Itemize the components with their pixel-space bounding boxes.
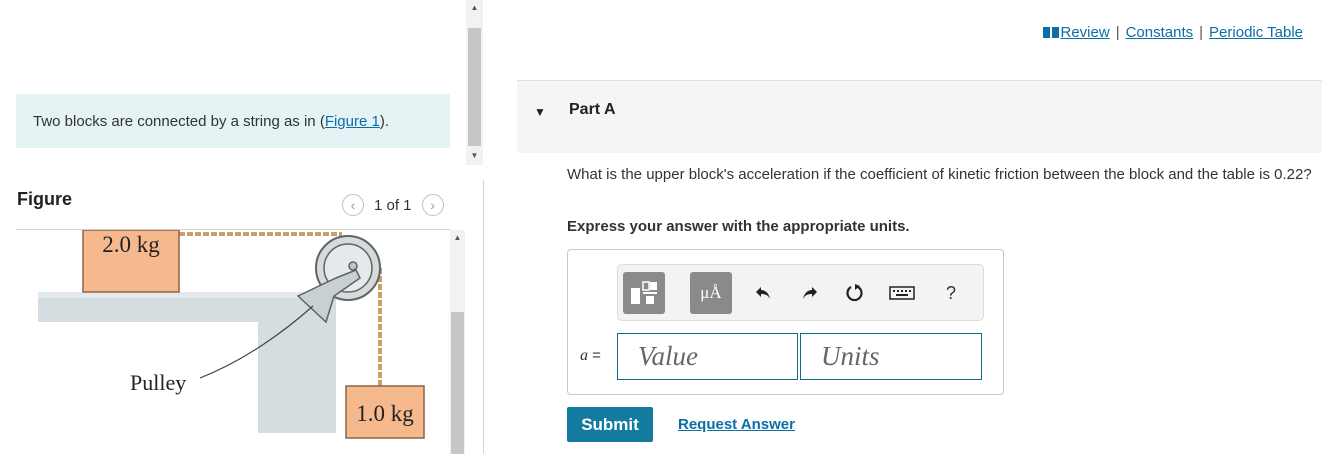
undo-button[interactable] (752, 282, 774, 304)
scrollbar-thumb[interactable] (468, 28, 481, 146)
page-indicator: 1 of 1 (374, 196, 412, 214)
reset-button[interactable] (844, 282, 866, 304)
figure-pager: ‹ 1 of 1 › (342, 192, 444, 218)
upper-block-label: 2.0 kg (102, 232, 160, 257)
pulley-axle (348, 261, 358, 271)
answer-variable-label: a = (580, 347, 601, 365)
units-button[interactable]: μÅ (690, 272, 732, 314)
left-panel: Two blocks are connected by a string as … (0, 0, 465, 454)
book-icon (1042, 27, 1059, 38)
scroll-down-icon[interactable]: ▼ (466, 151, 483, 160)
intro-box: Two blocks are connected by a string as … (16, 94, 450, 148)
link-separator: | (1199, 24, 1204, 41)
figure-heading: Figure (17, 189, 73, 209)
request-answer-link[interactable]: Request Answer (678, 416, 795, 433)
part-a-header[interactable]: ▼ Part A (517, 80, 1322, 153)
periodic-table-link[interactable]: Periodic Table (1209, 24, 1303, 41)
undo-icon (756, 287, 770, 299)
templates-button[interactable] (623, 272, 665, 314)
review-link[interactable]: Review (1061, 24, 1110, 41)
value-input[interactable]: Value (617, 333, 798, 380)
lower-block-label: 1.0 kg (356, 401, 414, 426)
chevron-left-icon: ‹ (350, 197, 356, 213)
constants-link[interactable]: Constants (1126, 24, 1194, 41)
units-input[interactable]: Units (800, 333, 982, 380)
scroll-up-icon[interactable]: ▲ (466, 3, 483, 12)
question-text: What is the upper block's acceleration i… (567, 166, 1312, 183)
redo-button[interactable] (799, 282, 821, 304)
prev-figure-button[interactable]: ‹ (342, 194, 364, 216)
blocks-pulley-diagram: 2.0 kg 1.0 kg Pulley (38, 230, 425, 439)
submit-button[interactable]: Submit (567, 407, 653, 442)
part-title: Part A (569, 101, 616, 118)
intro-text: Two blocks are connected by a string as … (33, 113, 325, 130)
keyboard-icon (889, 286, 915, 300)
pulley-label: Pulley (130, 370, 186, 395)
top-links: Review | Constants | Periodic Table (1042, 24, 1303, 41)
right-panel: Review | Constants | Periodic Table ▼ Part A… (517, 0, 1322, 454)
answer-box: μÅ ? a = Value Units (567, 249, 1004, 395)
figure-link[interactable]: Figure 1 (325, 113, 380, 130)
units-icon: μÅ (700, 283, 722, 302)
table-top (38, 292, 336, 298)
keyboard-button[interactable] (888, 282, 916, 304)
answer-instruction: Express your answer with the appropriate… (567, 218, 910, 235)
templates-icon (631, 281, 657, 304)
figure-scrollbar[interactable]: ▲ (450, 230, 465, 454)
reset-icon (846, 284, 863, 302)
panel-divider (483, 180, 484, 454)
redo-icon (803, 287, 817, 299)
panel-scrollbar[interactable]: ▲ ▼ (466, 0, 483, 165)
next-figure-button[interactable]: › (421, 194, 444, 216)
variable-symbol: a (580, 347, 588, 364)
math-toolbar: μÅ ? (617, 264, 984, 321)
equals-sign: = (592, 347, 601, 364)
help-button[interactable]: ? (940, 282, 962, 304)
table-shape (38, 292, 336, 433)
chevron-right-icon: › (430, 197, 435, 213)
intro-suffix: ). (379, 113, 390, 130)
caret-down-icon[interactable]: ▼ (534, 105, 546, 119)
scrollbar-thumb[interactable] (451, 312, 464, 454)
help-icon: ? (945, 282, 956, 303)
link-separator: | (1115, 24, 1120, 41)
figure-image: 2.0 kg 1.0 kg Pulley (16, 230, 450, 454)
scroll-up-icon[interactable]: ▲ (450, 233, 465, 242)
